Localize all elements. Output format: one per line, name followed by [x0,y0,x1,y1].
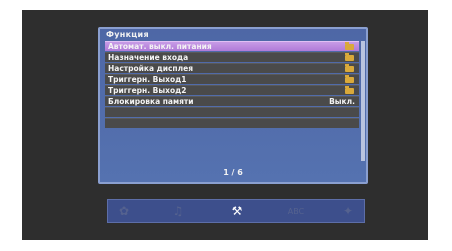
menu-item-label: Назначение входа [108,53,189,62]
folder-icon [345,64,354,72]
menu-item-memory-lock[interactable]: Блокировка памяти Выкл. [105,96,359,106]
menu-item-label: Блокировка памяти [108,97,194,106]
menu-item-label: Автомат. выкл. питания [108,42,212,51]
language-icon[interactable]: ABC [284,204,308,218]
folder-icon [345,86,354,94]
sound-icon[interactable]: ♫ [170,204,186,218]
function-menu-panel: Функция Автомат. выкл. питания Назначени… [98,27,368,184]
menu-item-empty [105,107,359,117]
menu-item-trigger-out-2[interactable]: Триггерн. Выход2 [105,85,359,95]
menu-item-input-assign[interactable]: Назначение входа [105,52,359,62]
menu-item-empty [105,118,359,128]
folder-icon [345,42,354,50]
menu-item-auto-power-off[interactable]: Автомат. выкл. питания [105,41,359,51]
page-indicator: 1 / 6 [223,168,243,177]
info-icon[interactable]: ✦ [340,204,356,218]
category-toolbar: ✿ ♫ ⚒ ABC ✦ [107,199,365,223]
menu-item-label: Настройка дисплея [108,64,194,73]
folder-icon [345,75,354,83]
menu-title: Функция [106,30,149,39]
menu-item-label: Триггерн. Выход1 [108,75,187,84]
menu-list: Автомат. выкл. питания Назначение входа … [105,41,359,129]
picture-icon[interactable]: ✿ [116,204,132,218]
menu-item-label: Триггерн. Выход2 [108,86,187,95]
folder-icon [345,53,354,61]
menu-item-trigger-out-1[interactable]: Триггерн. Выход1 [105,74,359,84]
menu-item-display-setup[interactable]: Настройка дисплея [105,63,359,73]
menu-item-value: Выкл. [329,97,355,106]
menu-scrollbar[interactable] [361,41,365,161]
wrench-icon[interactable]: ⚒ [229,204,245,218]
